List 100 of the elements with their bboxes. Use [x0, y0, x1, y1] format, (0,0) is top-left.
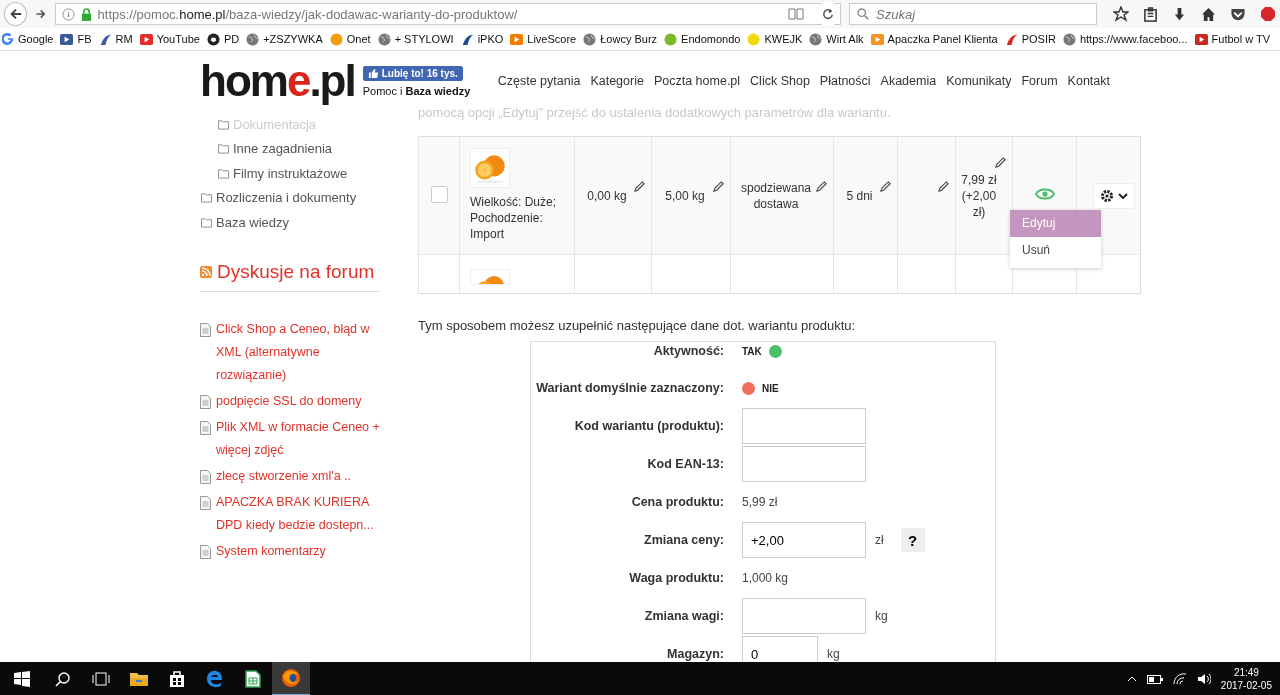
status-text[interactable]: NIE	[762, 382, 779, 394]
bookmark[interactable]: POSIR	[1004, 32, 1056, 46]
bookmark[interactable]: KWEJK	[747, 32, 803, 46]
input-field[interactable]	[742, 446, 866, 482]
folder-icon	[200, 216, 214, 228]
checkbox[interactable]	[430, 185, 448, 203]
category-link[interactable]: Baza wiedzy	[200, 210, 380, 235]
windows-start-icon[interactable]	[14, 671, 30, 687]
globe-icon	[809, 32, 823, 46]
document-icon	[200, 495, 211, 510]
table-cell: 5 dni	[846, 187, 873, 204]
reader-view-icon[interactable]	[788, 8, 804, 20]
help-button[interactable]: ?	[900, 528, 925, 552]
bookmark[interactable]: RM	[98, 32, 133, 46]
firefox-icon[interactable]	[281, 668, 301, 688]
unit-label: kg	[875, 609, 888, 623]
settings-dropdown-button[interactable]	[1092, 182, 1135, 209]
shopping-bag-icon[interactable]	[168, 670, 186, 688]
bookmark[interactable]: LiveScore	[510, 32, 577, 46]
input-field[interactable]	[742, 598, 866, 634]
folder-icon[interactable]	[129, 671, 149, 687]
nav-link[interactable]: Komunikaty	[946, 74, 1012, 88]
bookmark[interactable]: Onet	[329, 32, 371, 46]
battery-icon[interactable]	[1146, 674, 1163, 684]
logo[interactable]: home.pl	[200, 59, 355, 103]
globe-icon	[583, 32, 597, 46]
menu-item[interactable]: Usuń	[1010, 237, 1101, 264]
input-field[interactable]	[742, 408, 866, 444]
task-view-icon[interactable]	[92, 671, 110, 687]
adblock-icon[interactable]	[1260, 6, 1276, 22]
pencil-icon[interactable]	[634, 181, 645, 192]
forum-topic-link[interactable]: APACZKA BRAK KURIERA DPD kiedy bedzie dostepn...	[216, 490, 380, 537]
browser-e-icon[interactable]	[206, 670, 224, 688]
status-text[interactable]: TAK	[742, 345, 762, 357]
category-link[interactable]: Rozliczenia i dokumenty	[200, 185, 380, 210]
category-link[interactable]: Filmy instruktażowe	[200, 161, 380, 186]
bookmark[interactable]: https://www.faceboo...	[1062, 32, 1188, 46]
input-field[interactable]: 0	[742, 636, 818, 662]
pencil-icon[interactable]	[938, 181, 949, 192]
nav-link[interactable]: Kategorie	[590, 74, 644, 88]
search-field[interactable]: Szukaj	[849, 3, 1097, 25]
nav-link[interactable]: Płatności	[819, 74, 871, 88]
bookmark[interactable]: YouTube	[139, 32, 200, 46]
field-label: Zmiana wagi:	[643, 609, 724, 623]
bookmark[interactable]: + STYLOWI	[377, 32, 454, 46]
pencil-icon[interactable]	[880, 181, 891, 192]
document-icon	[200, 322, 211, 337]
like-button[interactable]: Lubię to! 16 tys.	[362, 65, 463, 81]
bookmark[interactable]: Futbol w TV	[1194, 32, 1271, 46]
chevron-up-icon[interactable]	[1126, 676, 1137, 682]
bookmark[interactable]: iPKO	[460, 32, 504, 46]
spreadsheet-icon[interactable]	[245, 670, 261, 688]
reload-icon[interactable]	[822, 2, 834, 26]
forum-topic-link[interactable]: podpięcie SSL do domeny	[216, 389, 362, 413]
home-icon[interactable]	[1201, 6, 1216, 22]
bookmark[interactable]: Wirt Alk	[809, 32, 864, 46]
back-button[interactable]	[4, 2, 28, 26]
nav-link[interactable]: Click Shop	[750, 74, 810, 88]
nav-link[interactable]: Akademia	[880, 74, 937, 88]
folder-icon	[217, 118, 231, 130]
category-link[interactable]: Inne zagadnienia	[200, 136, 380, 161]
nav-link[interactable]: Częste pytania	[497, 74, 581, 88]
pencil-icon[interactable]	[995, 157, 1006, 168]
globe-icon	[377, 32, 391, 46]
bookmark[interactable]: PD	[206, 32, 240, 46]
nav-link[interactable]: Forum	[1021, 74, 1058, 88]
clipboard-icon[interactable]	[1143, 6, 1158, 22]
field-label: Aktywność:	[652, 344, 724, 358]
bookmark[interactable]: Google	[2, 33, 54, 45]
forum-topic-link[interactable]: System komentarzy	[216, 539, 326, 563]
forum-topic-link[interactable]: zlecę stworzenie xml'a ..	[216, 464, 352, 488]
settings-icon	[1099, 188, 1114, 203]
bookmark[interactable]: Endomondo	[664, 32, 741, 46]
field-label: Kod wariantu (produktu):	[573, 419, 724, 433]
forward-icon[interactable]	[35, 8, 47, 20]
field-label: Kod EAN-13:	[646, 457, 724, 471]
field-label: Cena produktu:	[630, 495, 724, 509]
field-label: Waga produktu:	[628, 571, 724, 585]
thumbs-up-icon	[367, 67, 379, 79]
pencil-icon[interactable]	[713, 181, 724, 192]
pocket-icon[interactable]	[1230, 6, 1246, 22]
input-field[interactable]: +2,00	[742, 522, 866, 558]
clock[interactable]: 21:49 2017-02-05	[1220, 666, 1272, 692]
document-icon	[200, 469, 211, 484]
bookmark[interactable]: Łowcy Burz	[583, 32, 658, 46]
paragraph: Tym sposobem możesz uzupełnić następujące dane dot. wariantu produktu:	[418, 318, 857, 333]
nav-link[interactable]: Poczta home.pl	[653, 74, 741, 88]
wifi-icon[interactable]	[1172, 673, 1187, 685]
document-icon	[200, 394, 211, 409]
search-icon[interactable]	[55, 671, 71, 687]
bookmark[interactable]: FB	[60, 32, 92, 46]
speaker-icon[interactable]	[1196, 673, 1211, 685]
address-bar[interactable]: https://pomoc.home.pl/baza-wiedzy/jak-dodawac-warianty-do-produktow/	[54, 3, 841, 25]
bookmark[interactable]: +ZSZYWKA	[246, 32, 323, 46]
bookmark[interactable]: Apaczka Panel Klienta	[870, 32, 998, 46]
nav-link[interactable]: Kontakt	[1067, 74, 1110, 88]
pencil-icon[interactable]	[816, 181, 827, 192]
rss-icon	[200, 265, 212, 278]
forum-topic-link[interactable]: Click Shop a Ceneo, błąd w XML (alternatywne rozwiązanie)	[216, 317, 380, 387]
star-icon[interactable]	[1113, 6, 1129, 22]
